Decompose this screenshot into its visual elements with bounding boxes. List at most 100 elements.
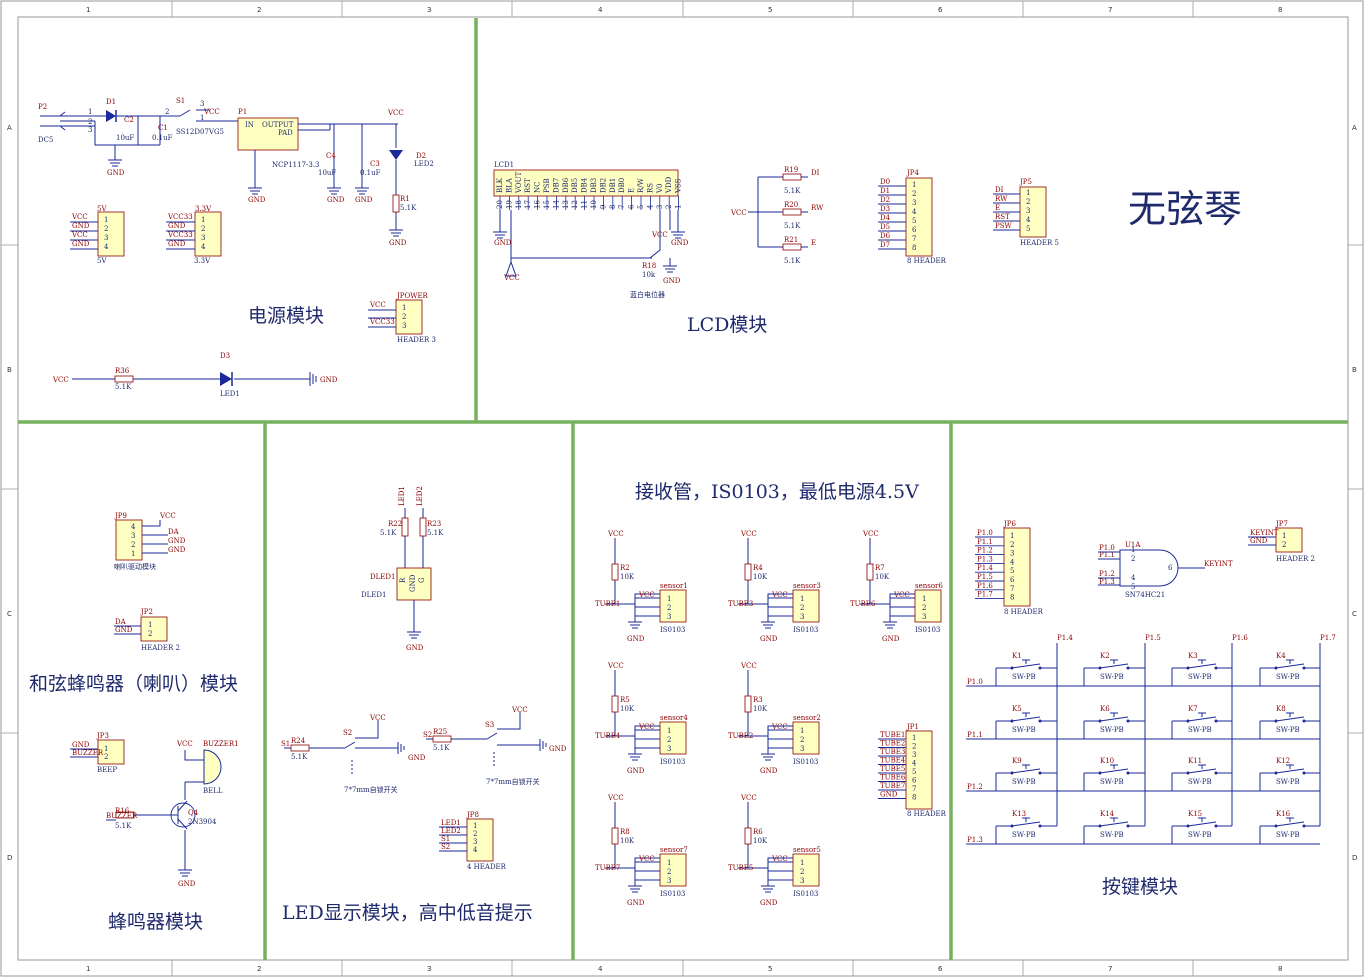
svg-text:sensor4: sensor4 xyxy=(660,714,688,722)
svg-text:2: 2 xyxy=(667,604,671,612)
svg-text:LCD1: LCD1 xyxy=(494,161,514,169)
lcd-pin-label: DB1 xyxy=(609,178,617,193)
svg-text:3: 3 xyxy=(1010,550,1014,558)
header-pin-net: D5 xyxy=(880,223,890,231)
lcd-pin-label: R/W xyxy=(637,177,645,193)
svg-text:C2: C2 xyxy=(124,116,134,124)
svg-text:1: 1 xyxy=(104,745,108,753)
svg-text:K9: K9 xyxy=(1012,757,1022,765)
col-label: 8 xyxy=(1278,965,1282,973)
sensor-module xyxy=(792,721,820,755)
svg-text:BEEP: BEEP xyxy=(97,766,117,774)
svg-text:1: 1 xyxy=(201,216,205,224)
svg-text:GND: GND xyxy=(406,644,424,652)
svg-text:HEADER 3: HEADER 3 xyxy=(397,336,436,344)
header-pin-net: S2 xyxy=(441,843,450,851)
svg-text:R5: R5 xyxy=(620,696,630,704)
svg-text:3: 3 xyxy=(912,199,916,207)
svg-text:HEADER 2: HEADER 2 xyxy=(1276,555,1315,563)
svg-text:2: 2 xyxy=(912,743,916,751)
svg-text:喇叭驱动模块: 喇叭驱动模块 xyxy=(114,562,156,571)
svg-text:R7: R7 xyxy=(875,564,885,572)
svg-text:1: 1 xyxy=(402,304,406,312)
col-net: P1.6 xyxy=(1232,634,1248,642)
lcd-pin-label: DB7 xyxy=(552,178,560,193)
svg-text:JPOWER: JPOWER xyxy=(396,292,429,300)
svg-text:GND: GND xyxy=(115,626,133,634)
header-pin-net: PSW xyxy=(995,222,1013,230)
svg-text:TUBE2: TUBE2 xyxy=(728,732,753,740)
header-pin-net: TUBE7 xyxy=(880,782,905,790)
svg-text:S2: S2 xyxy=(343,729,352,737)
svg-text:JP6: JP6 xyxy=(1003,520,1017,528)
svg-text:K6: K6 xyxy=(1100,705,1110,713)
svg-text:IS0103: IS0103 xyxy=(660,758,685,766)
row-net: P1.2 xyxy=(967,783,983,791)
row-label: A xyxy=(7,124,12,132)
svg-text:sensor5: sensor5 xyxy=(793,846,821,854)
svg-text:K15: K15 xyxy=(1188,810,1202,818)
svg-text:VCC: VCC xyxy=(893,591,910,599)
receiver-module-title: 接收管，IS0103，最低电源4.5V xyxy=(635,481,919,503)
col-net: P1.4 xyxy=(1057,634,1073,642)
svg-text:1: 1 xyxy=(800,727,804,735)
svg-text:GND: GND xyxy=(168,240,186,248)
lcd-pin-label: DB3 xyxy=(590,178,598,193)
svg-text:GND: GND xyxy=(760,899,778,907)
svg-text:K7: K7 xyxy=(1188,705,1198,713)
svg-text:BUZZER: BUZZER xyxy=(106,812,138,820)
row-label: C xyxy=(7,610,12,618)
header-pin-net: TUBE4 xyxy=(880,757,906,765)
svg-text:1: 1 xyxy=(131,550,135,558)
header-pin-net: P1.2 xyxy=(977,547,993,555)
svg-text:2: 2 xyxy=(165,108,169,116)
header-pin-net: TUBE5 xyxy=(880,765,905,773)
svg-text:K10: K10 xyxy=(1100,757,1114,765)
svg-text:GND: GND xyxy=(408,754,426,762)
svg-text:JP8: JP8 xyxy=(466,811,479,819)
svg-text:4: 4 xyxy=(646,204,654,209)
svg-text:VCC: VCC xyxy=(740,662,757,670)
header-pin-net: TUBE3 xyxy=(880,748,905,756)
svg-text:1: 1 xyxy=(800,859,804,867)
svg-text:sensor7: sensor7 xyxy=(660,846,688,854)
svg-text:2: 2 xyxy=(473,830,477,838)
svg-text:10K: 10K xyxy=(620,573,635,581)
row-label: C xyxy=(1352,610,1357,618)
svg-text:GND: GND xyxy=(168,546,186,554)
svg-text:VCC: VCC xyxy=(638,855,655,863)
svg-text:5: 5 xyxy=(912,217,916,225)
svg-text:GND: GND xyxy=(627,635,645,643)
svg-text:C3: C3 xyxy=(370,160,380,168)
svg-text:SW-PB: SW-PB xyxy=(1276,778,1300,786)
sensor-module xyxy=(792,589,820,623)
svg-text:2: 2 xyxy=(800,736,804,744)
svg-text:TUBE6: TUBE6 xyxy=(850,600,876,608)
svg-text:GND: GND xyxy=(355,196,373,204)
svg-text:D2: D2 xyxy=(416,152,426,160)
svg-text:19: 19 xyxy=(505,200,513,209)
svg-text:1: 1 xyxy=(800,595,804,603)
svg-text:S2: S2 xyxy=(423,731,432,739)
svg-text:R25: R25 xyxy=(433,728,447,736)
svg-text:1: 1 xyxy=(148,621,152,629)
sensor-module xyxy=(659,853,687,887)
svg-text:K2: K2 xyxy=(1100,652,1110,660)
svg-text:GND: GND xyxy=(72,240,90,248)
svg-text:HEADER 2: HEADER 2 xyxy=(141,644,180,652)
header-jp7 xyxy=(1275,527,1303,553)
svg-text:6: 6 xyxy=(628,204,636,209)
lcd-module-title: LCD模块 xyxy=(687,314,767,336)
svg-text:3: 3 xyxy=(473,838,477,846)
svg-text:K4: K4 xyxy=(1276,652,1286,660)
lcd-pin-label: VOUT xyxy=(515,171,523,194)
svg-text:VCC: VCC xyxy=(607,662,624,670)
svg-text:18: 18 xyxy=(515,200,523,209)
svg-text:16: 16 xyxy=(534,200,542,209)
svg-text:S1: S1 xyxy=(281,740,290,748)
svg-text:2: 2 xyxy=(800,604,804,612)
svg-text:SW-PB: SW-PB xyxy=(1012,831,1036,839)
svg-text:VCC: VCC xyxy=(369,714,386,722)
svg-text:R20: R20 xyxy=(784,201,798,209)
row-label: D xyxy=(7,854,12,862)
